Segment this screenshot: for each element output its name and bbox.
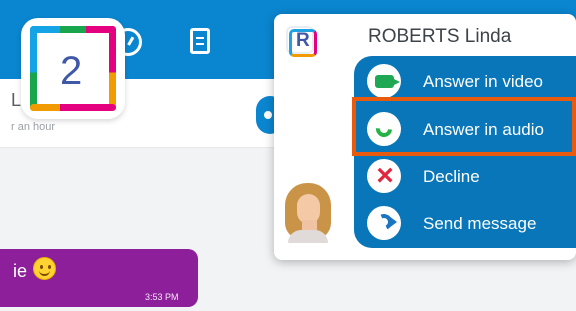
smile-emoji-icon bbox=[33, 257, 56, 280]
send-arrowhead-icon bbox=[389, 216, 397, 228]
badge-color-frame bbox=[109, 26, 116, 111]
badge-color-frame bbox=[30, 26, 37, 111]
caller-logo-letter: R bbox=[296, 30, 310, 51]
answer-video-label: Answer in video bbox=[423, 72, 544, 91]
video-call-icon bbox=[375, 75, 400, 88]
document-icon[interactable] bbox=[190, 28, 210, 54]
avatar-shoulders bbox=[288, 230, 328, 243]
decline-x-icon: × bbox=[376, 159, 394, 192]
chat-message-text: ie bbox=[13, 261, 28, 281]
conversation-last-seen: r an hour bbox=[11, 121, 56, 133]
conversation-contact-name: L bbox=[11, 90, 22, 110]
badge-notification-count: 2 bbox=[60, 49, 83, 93]
chat-message-time: 3:53 PM bbox=[145, 292, 179, 302]
badge-color-frame bbox=[30, 26, 116, 33]
send-message-icon-circle bbox=[367, 206, 401, 240]
answer-audio-highlight bbox=[352, 97, 576, 156]
decline-label: Decline bbox=[423, 167, 480, 186]
send-message-button[interactable]: Send message bbox=[354, 200, 576, 247]
video-call-icon-circle bbox=[367, 64, 401, 98]
caller-avatar bbox=[285, 183, 333, 243]
badge-color-frame bbox=[30, 104, 116, 111]
decline-button[interactable]: × Decline bbox=[354, 153, 576, 200]
decline-x-icon-circle: × bbox=[367, 159, 401, 193]
send-message-label: Send message bbox=[423, 214, 537, 233]
caller-name: ROBERTS Linda bbox=[368, 26, 512, 47]
